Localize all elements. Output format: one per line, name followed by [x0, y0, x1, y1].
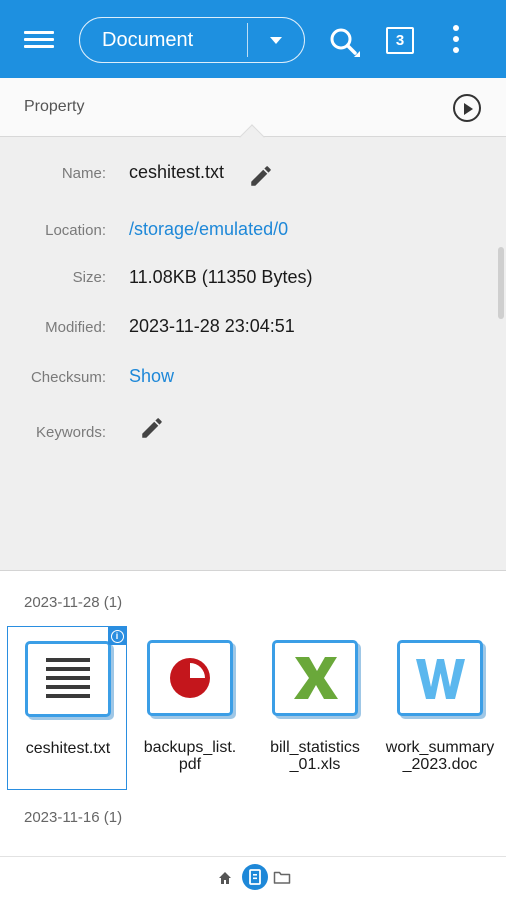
bottom-nav: [0, 856, 506, 900]
location-label: Location:: [45, 222, 106, 239]
file-item-ceshitest[interactable]: ceshitest.txt i: [7, 626, 127, 790]
pdf-file-icon: [147, 640, 233, 716]
date-group-header: 2023-11-28 (1): [24, 594, 123, 611]
property-details-panel: Name: ceshitest.txt Location: /storage/e…: [0, 137, 506, 571]
folder-icon[interactable]: [273, 870, 291, 885]
file-name: ceshitest.txt: [25, 740, 111, 757]
info-icon[interactable]: i: [108, 627, 126, 645]
pencil-edit-icon[interactable]: [248, 163, 274, 189]
file-name: backups_list. pdf: [143, 739, 237, 773]
home-icon[interactable]: [218, 871, 232, 885]
size-value: 11.08KB (11350 Bytes): [129, 267, 313, 287]
file-item-backups-list[interactable]: backups_list. pdf: [130, 626, 250, 790]
modified-label: Modified:: [45, 319, 106, 336]
scrollbar-thumb[interactable]: [498, 247, 504, 319]
dropdown-toggle[interactable]: [248, 18, 304, 62]
excel-file-icon: [272, 640, 358, 716]
tab-count: 3: [395, 32, 405, 49]
hamburger-menu-icon[interactable]: [24, 28, 56, 52]
keywords-label: Keywords:: [35, 424, 106, 441]
play-circle-icon[interactable]: [453, 94, 481, 122]
more-vert-icon[interactable]: [448, 24, 464, 56]
search-icon[interactable]: [328, 26, 362, 60]
app-bar: Document 3: [0, 0, 506, 78]
location-link[interactable]: /storage/emulated/0: [129, 219, 288, 240]
word-file-icon: [397, 640, 483, 716]
file-name: work_summary _2023.doc: [385, 739, 495, 773]
open-tabs-button[interactable]: 3: [386, 27, 414, 54]
size-label: Size:: [72, 269, 106, 286]
file-item-bill-statistics[interactable]: bill_statistics _01.xls: [255, 626, 375, 790]
modified-value: 2023-11-28 23:04:51: [129, 316, 295, 336]
checksum-label: Checksum:: [30, 369, 106, 386]
file-item-work-summary[interactable]: work_summary _2023.doc: [380, 626, 500, 790]
date-group-header: 2023-11-16 (1): [24, 809, 123, 826]
keywords-pencil-edit-icon[interactable]: [139, 415, 165, 441]
category-dropdown[interactable]: Document: [79, 17, 305, 63]
text-file-icon: [25, 641, 111, 717]
name-value: ceshitest.txt: [129, 162, 225, 182]
name-label: Name:: [61, 165, 106, 182]
document-icon[interactable]: [242, 864, 268, 890]
category-label: Document: [102, 28, 194, 51]
checksum-show-link[interactable]: Show: [129, 366, 174, 387]
chevron-down-icon: [270, 36, 282, 44]
property-title: Property: [24, 98, 85, 115]
file-name: bill_statistics _01.xls: [270, 739, 360, 773]
